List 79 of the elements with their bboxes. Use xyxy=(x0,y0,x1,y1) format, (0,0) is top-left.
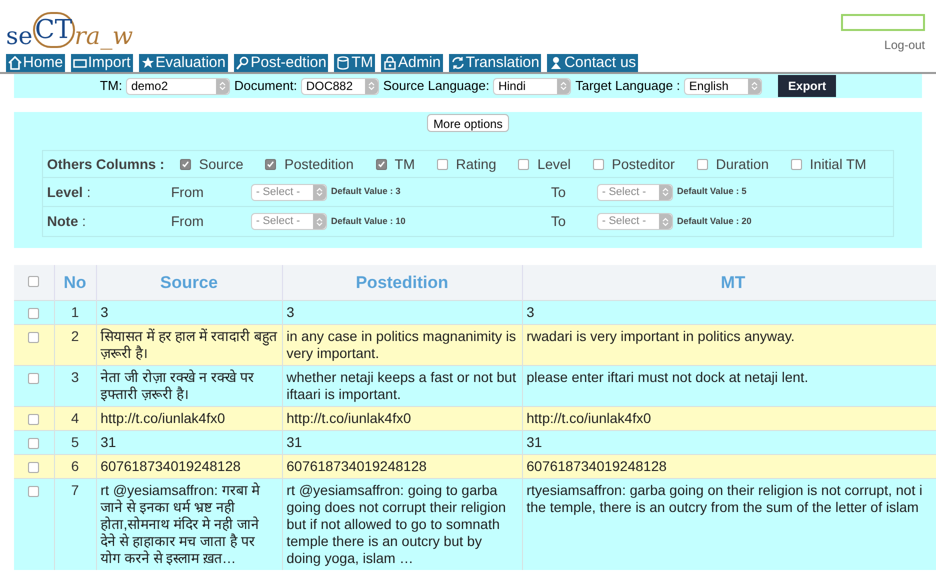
checkbox[interactable] xyxy=(592,158,604,170)
person-icon xyxy=(549,56,564,70)
default-value: Default Value : 5 xyxy=(677,185,747,198)
checkbox-label: Level xyxy=(537,154,571,174)
dropdown[interactable]: - Select - xyxy=(597,213,673,230)
nav-tab[interactable]: Admin xyxy=(381,54,443,72)
nav-tab[interactable]: Post-edtion xyxy=(234,54,328,72)
checkbox[interactable] xyxy=(265,158,276,170)
spinner-arrows-icon xyxy=(560,81,568,91)
select-all-checkbox[interactable] xyxy=(28,276,40,287)
nav-tab[interactable]: Home xyxy=(6,54,66,72)
dropdown[interactable]: - Select - xyxy=(251,184,327,200)
nav-tab[interactable]: Contact us xyxy=(547,54,638,72)
dropdown[interactable]: Hindi xyxy=(493,78,572,94)
checkbox-label: Duration xyxy=(716,154,769,174)
dropdown[interactable]: English xyxy=(684,78,762,94)
from-label: From xyxy=(171,182,205,202)
sync-icon xyxy=(450,56,465,70)
nav-tab[interactable]: Import xyxy=(71,54,133,72)
more-options-button[interactable]: More options xyxy=(427,114,509,132)
checkbox[interactable] xyxy=(518,158,530,170)
cylinder-icon xyxy=(336,56,350,70)
spinner-arrows-icon xyxy=(316,216,323,226)
field-label: TM: xyxy=(100,77,122,96)
nav-tab[interactable]: Evaluation xyxy=(138,54,228,72)
checkbox-label: Posteditor xyxy=(612,154,675,174)
spinner-arrows-icon xyxy=(662,216,669,226)
default-value: Default Value : 3 xyxy=(331,185,401,198)
logo: seCTra_w xyxy=(6,10,133,48)
row-label: Others Columns : xyxy=(46,154,166,174)
export-button[interactable]: Export xyxy=(778,75,836,97)
to-label: To xyxy=(551,212,567,231)
login-field[interactable] xyxy=(841,14,925,31)
field-label: Document: xyxy=(234,77,298,96)
row-checkbox[interactable] xyxy=(28,332,40,342)
row-label: Note : xyxy=(46,212,87,231)
table-cell: rt @yesiamsaffron: गरबा मे जाने से इनका धर्म भ्रष्ट नही होता,सोमनाथ मंदिर मे नही जाने देने से हाहाकार मच जाता है पर योग करने से इस्लाम ख़त… xyxy=(96,478,282,570)
nav-tab[interactable]: TM xyxy=(334,54,376,72)
row-label: Level : xyxy=(46,182,92,202)
default-value: Default Value : 10 xyxy=(331,214,406,228)
dropdown[interactable]: DOC882 xyxy=(301,78,380,94)
checkbox-label: Postedition xyxy=(284,154,354,174)
spinner-arrows-icon xyxy=(368,81,376,91)
to-label: To xyxy=(551,182,567,202)
field-label: Target Language : xyxy=(575,77,680,96)
nav-tab[interactable]: Translation xyxy=(448,54,542,72)
row-checkbox[interactable] xyxy=(28,372,40,384)
lock-icon xyxy=(383,56,398,70)
checkbox-label: Source xyxy=(199,154,244,174)
checkbox-label: Rating xyxy=(456,154,496,174)
default-value: Default Value : 20 xyxy=(677,214,752,228)
checkbox[interactable] xyxy=(696,158,708,170)
checkbox[interactable] xyxy=(376,158,387,170)
row-checkbox[interactable] xyxy=(28,414,40,424)
checkbox[interactable] xyxy=(436,158,448,170)
spinner-arrows-icon xyxy=(316,187,323,197)
checkbox[interactable] xyxy=(180,158,191,170)
field-label: Source Language: xyxy=(383,77,490,96)
spinner-arrows-icon xyxy=(751,81,758,91)
row-checkbox[interactable] xyxy=(28,462,40,472)
dropdown[interactable]: - Select - xyxy=(597,184,673,200)
dropdown[interactable]: demo2 xyxy=(126,78,230,94)
row-checkbox[interactable] xyxy=(28,308,40,318)
row-checkbox[interactable] xyxy=(28,438,40,448)
from-label: From xyxy=(171,212,205,231)
house-icon xyxy=(8,56,22,70)
search-icon xyxy=(236,56,250,70)
table-cell: rtyesiamsaffron: garba going on their religion is not corrupt, not i the temple, there is an outcry from the sum of the letter of islam xyxy=(522,478,936,570)
spinner-arrows-icon xyxy=(219,81,226,91)
checkbox-label: Initial TM xyxy=(810,154,866,174)
table-cell: 7 xyxy=(54,478,96,570)
dropdown[interactable]: - Select - xyxy=(251,213,327,230)
checkbox-label: TM xyxy=(394,154,415,174)
star-icon xyxy=(140,56,155,70)
logout-link[interactable]: Log-out xyxy=(884,36,925,54)
checkbox[interactable] xyxy=(790,158,802,170)
spinner-arrows-icon xyxy=(662,187,669,197)
table-cell: rt @yesiamsaffron: going to garba going does not corrupt their religion but if not allowed to go to somnath temple there is an outcry but by doing yoga, islam … xyxy=(282,478,522,570)
row-checkbox[interactable] xyxy=(28,486,40,496)
